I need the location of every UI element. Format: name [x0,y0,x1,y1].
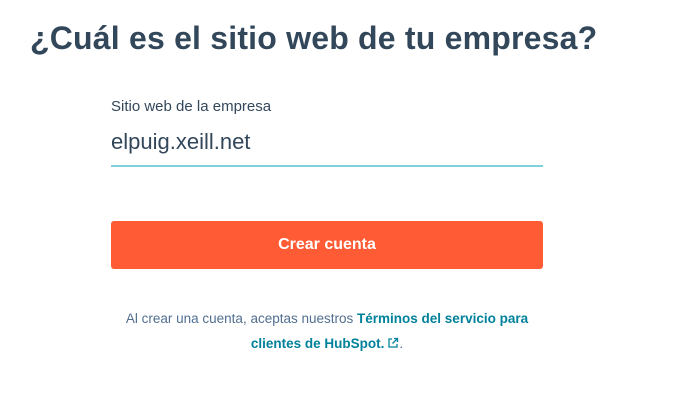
website-label: Sitio web de la empresa [111,98,272,115]
terms-suffix: . [399,335,404,351]
terms-notice: Al crear una cuenta, aceptas nuestros Té… [111,306,543,357]
page-title: ¿Cuál es el sitio web de tu empresa? [30,20,598,56]
website-field-wrapper [111,125,543,167]
terms-prefix: Al crear una cuenta, aceptas nuestros [125,310,354,326]
website-form: Sitio web de la empresa [111,96,543,167]
external-link-icon [387,332,399,357]
website-input[interactable] [111,125,543,155]
create-account-button[interactable]: Crear cuenta [111,221,543,269]
